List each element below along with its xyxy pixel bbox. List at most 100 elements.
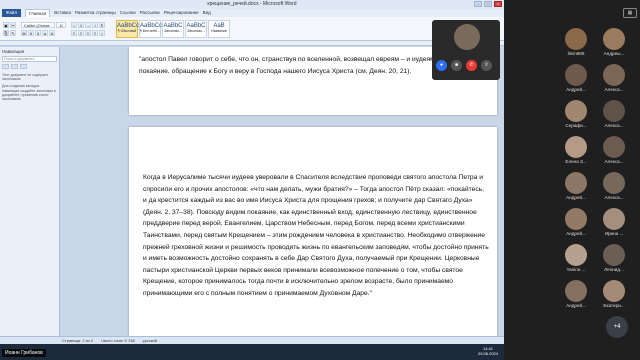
participant-name: Андрей...: [566, 195, 586, 200]
participant-tile[interactable]: Алекса...: [600, 64, 628, 92]
font-group: Calibri (Основ 11 Ж К Ч a A: [21, 21, 66, 36]
format-painter-icon[interactable]: ✎: [10, 29, 16, 36]
participant-name: Серафи...: [565, 123, 587, 128]
tab-file[interactable]: Файл: [2, 9, 22, 17]
pilcrow-icon[interactable]: ¶: [99, 21, 105, 28]
numbering-icon[interactable]: 1: [78, 21, 84, 28]
hangup-icon[interactable]: ✆: [466, 60, 477, 71]
participant-avatar: [565, 100, 587, 122]
style-title[interactable]: AaB Название: [208, 19, 230, 38]
participant-avatar: [603, 64, 625, 86]
align-right-icon[interactable]: ≡: [85, 29, 91, 36]
page-count[interactable]: Страница: 2 из 2: [62, 337, 93, 344]
participant-tile[interactable]: Ирина ...: [600, 208, 628, 236]
participant-name: Алекса...: [604, 123, 624, 128]
style-heading1[interactable]: AaBbC Заголово...: [162, 19, 184, 38]
align-left-icon[interactable]: ≡: [71, 29, 77, 36]
close-icon[interactable]: ×: [494, 1, 502, 7]
participant-tile[interactable]: Серафи...: [562, 100, 590, 128]
bold-icon[interactable]: Ж: [21, 29, 27, 36]
italic-icon[interactable]: К: [28, 29, 34, 36]
nav-pages-tab[interactable]: [11, 64, 18, 69]
participant-tile[interactable]: Алекса...: [600, 136, 628, 164]
taskbar: 14:41 29.06.2024: [0, 344, 504, 360]
tab-home[interactable]: Главная: [25, 9, 51, 17]
participant-name: Андрей...: [566, 87, 586, 92]
tab-insert[interactable]: Вставка: [54, 9, 71, 17]
paste-icon[interactable]: ▣: [3, 21, 9, 28]
align-center-icon[interactable]: ≡: [78, 29, 84, 36]
cut-icon[interactable]: ✂: [10, 21, 16, 28]
nav-headings-tab[interactable]: [2, 64, 9, 69]
participant-tile[interactable]: Леонид...: [600, 244, 628, 272]
nav-results-tab[interactable]: [20, 64, 27, 69]
indent-icon[interactable]: →: [85, 21, 91, 28]
participant-tile[interactable]: Андрей...: [562, 172, 590, 200]
window-controls: – □ ×: [474, 1, 502, 7]
bullets-icon[interactable]: •: [71, 21, 77, 28]
tab-review[interactable]: Рецензирование: [164, 9, 199, 17]
ribbon: ▣ ✂ ⎘ ✎ Calibri (Основ 11 Ж К Ч a A • 1 → …: [0, 17, 504, 41]
nav-tabs: [2, 64, 57, 69]
participant-tile[interactable]: Андрей...: [562, 208, 590, 236]
grid-view-icon[interactable]: ▦: [623, 8, 637, 18]
mic-icon[interactable]: ●: [436, 60, 447, 71]
participant-tile[interactable]: Yanina ...: [562, 244, 590, 272]
participant-avatar: [603, 280, 625, 302]
font-size-select[interactable]: 11: [56, 21, 66, 28]
font-color-icon[interactable]: A: [49, 29, 55, 36]
participant-avatar: [603, 28, 625, 50]
strikethrough-icon[interactable]: a: [42, 29, 48, 36]
tab-view[interactable]: Вид: [203, 9, 211, 17]
tab-mailings[interactable]: Рассылки: [140, 9, 160, 17]
style-no-spacing[interactable]: AaBbCcI ¶ Без инте...: [139, 19, 164, 38]
line-spacing-icon[interactable]: ↨: [99, 29, 105, 36]
clock-date: 29.06.2024: [477, 351, 498, 356]
participant-avatar: [603, 136, 625, 158]
participant-tile[interactable]: Елена З...: [562, 136, 590, 164]
document-page-2[interactable]: Когда в Иерусалиме тысячи иудеев уверова…: [129, 127, 497, 336]
participant-avatar: [565, 280, 587, 302]
participant-name: litvin868: [567, 51, 585, 56]
speaker-name: Иоанн Грибанов: [2, 349, 46, 357]
participant-tile[interactable]: Алекса...: [600, 100, 628, 128]
nav-search-input[interactable]: Поиск в документе: [2, 56, 57, 62]
maximize-icon[interactable]: □: [484, 1, 492, 7]
nav-empty-text: Этот документ не содержит заголовков.: [2, 73, 49, 82]
participant-name: Леонид...: [604, 267, 624, 272]
participant-name: Екатери...: [603, 303, 625, 308]
camera-icon[interactable]: ■: [451, 60, 462, 71]
sort-icon[interactable]: ↕: [92, 21, 98, 28]
copy-icon[interactable]: ⎘: [3, 29, 9, 36]
participant-tile[interactable]: Алекса...: [600, 172, 628, 200]
justify-icon[interactable]: ≡: [92, 29, 98, 36]
self-avatar: [454, 24, 480, 50]
participant-name: Алекса...: [604, 195, 624, 200]
word-count[interactable]: Число слов: 5 138: [101, 337, 135, 344]
style-normal[interactable]: AaBbCcI ¶ Обычный: [116, 19, 141, 38]
style-heading2[interactable]: AaBbC Заголово...: [185, 19, 207, 38]
document-area[interactable]: "апостол Павел говорит о себе, что он, с…: [61, 47, 504, 336]
participant-tile[interactable]: litvin868: [562, 28, 590, 56]
participant-tile[interactable]: Андреы...: [600, 28, 628, 56]
participant-name: Алекса...: [604, 159, 624, 164]
tab-layout[interactable]: Разметка страницы: [75, 9, 116, 17]
language[interactable]: русский: [143, 337, 157, 344]
participant-tile[interactable]: Андрей...: [562, 280, 590, 308]
underline-icon[interactable]: Ч: [35, 29, 41, 36]
minimize-icon[interactable]: –: [474, 1, 482, 7]
participant-avatar: [565, 64, 587, 86]
font-name-select[interactable]: Calibri (Основ: [21, 21, 55, 28]
call-controls: ● ■ ✆ ⇧: [436, 60, 492, 71]
participant-tile[interactable]: Екатери...: [600, 280, 628, 308]
participant-name: Елена З...: [565, 159, 587, 164]
taskbar-clock[interactable]: 14:41 29.06.2024: [478, 346, 498, 356]
page2-paragraph: Когда в Иерусалиме тысячи иудеев уверова…: [143, 174, 489, 297]
participant-tile[interactable]: Андрей...: [562, 64, 590, 92]
more-participants-button[interactable]: +4: [606, 316, 628, 338]
tab-references[interactable]: Ссылки: [120, 9, 136, 17]
paragraph-group: • 1 → ↕ ¶ ≡ ≡ ≡ ≡ ↨: [71, 21, 105, 36]
share-icon[interactable]: ⇧: [481, 60, 492, 71]
participant-avatar: [565, 28, 587, 50]
self-video-panel: ● ■ ✆ ⇧: [432, 20, 500, 80]
